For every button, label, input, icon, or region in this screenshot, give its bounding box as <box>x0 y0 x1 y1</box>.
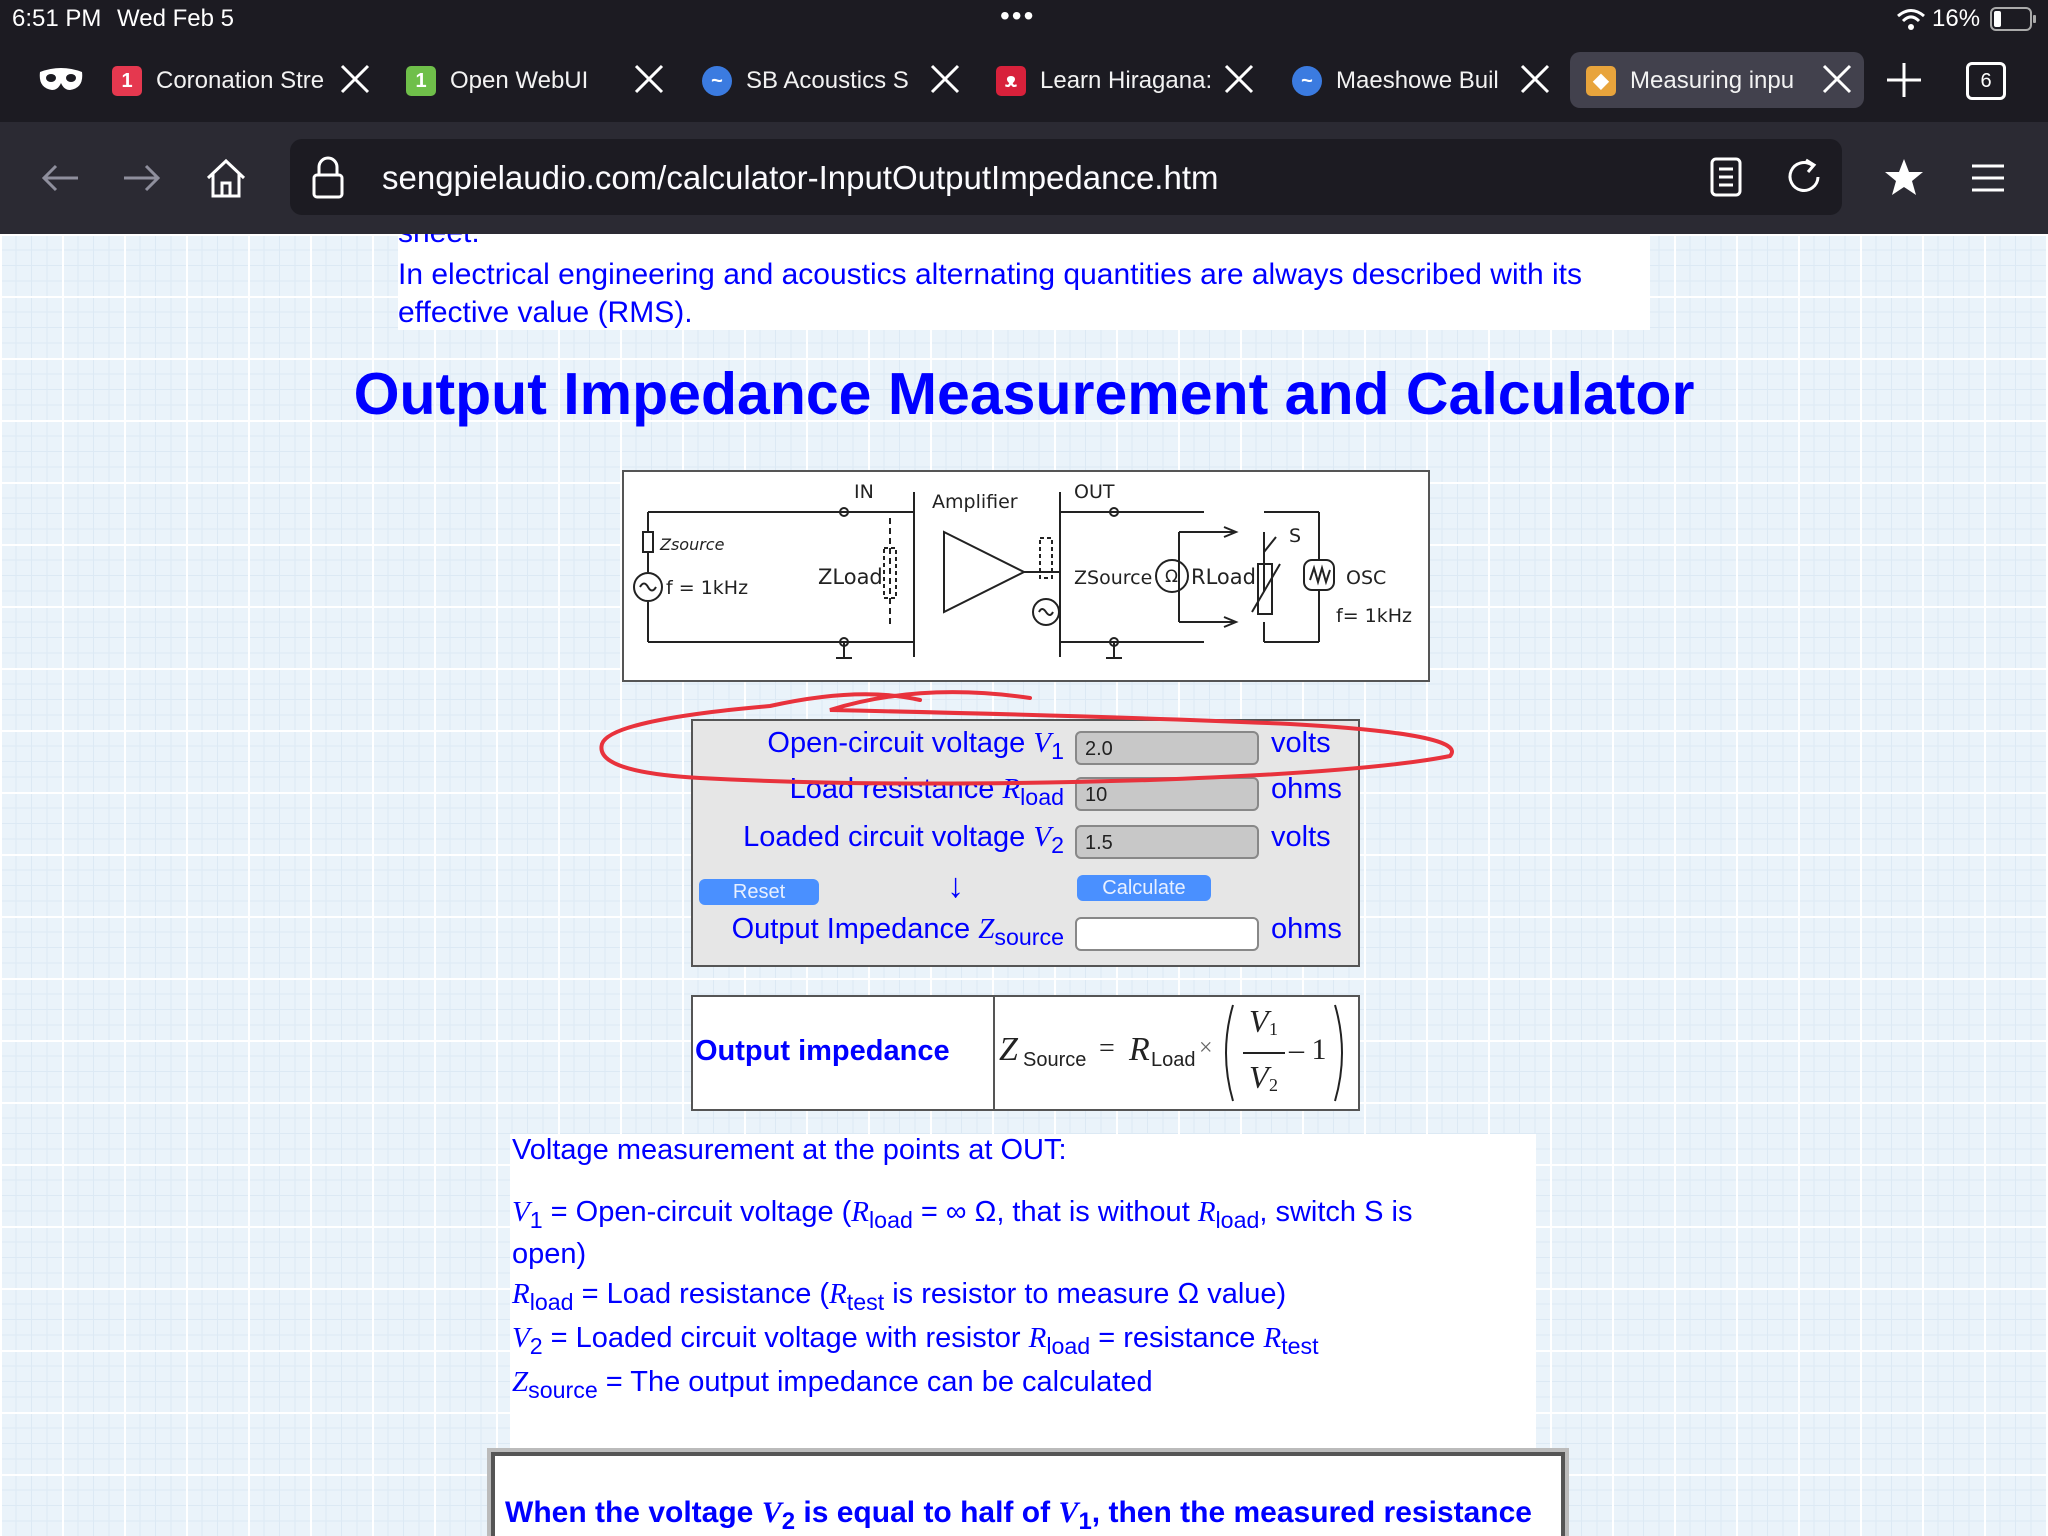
tab-learn-hiragana[interactable]: ᴥ Learn Hiragana: <box>980 52 1266 108</box>
note-text: When the voltage V2 is equal to half of … <box>505 1496 1532 1535</box>
formula-fraction-parentheses <box>1225 1004 1343 1102</box>
forward-arrow-icon[interactable] <box>120 156 164 200</box>
intro-fragment: sheet. <box>398 234 480 250</box>
tab-title: SB Acoustics S <box>746 67 909 94</box>
hiragana-favicon-icon: ᴥ <box>996 66 1026 96</box>
formula-minus-one: – 1 <box>1289 1033 1327 1066</box>
diagram-label-osc: OSC <box>1346 567 1386 589</box>
tab-maeshowe[interactable]: ~ Maeshowe Buil <box>1276 52 1562 108</box>
wifi-icon <box>1897 9 1925 30</box>
status-bar: 6:51 PM Wed Feb 5 ••• 16% <box>0 0 2048 38</box>
circuit-diagram-drawing: IN OUT Amplifier Zsource f = 1kHz ZLoad … <box>633 481 1412 659</box>
menu-hamburger-icon[interactable] <box>1968 160 2008 196</box>
reader-view-icon[interactable] <box>1710 157 1742 197</box>
diagram-label-zsource-left: Zsource <box>659 535 725 554</box>
formula-expression: Z Source = R Load × V 1 V 2 – 1 <box>999 997 1354 1109</box>
close-tab-icon[interactable] <box>1222 62 1256 96</box>
close-tab-icon[interactable] <box>632 62 666 96</box>
tab-open-webui[interactable]: 1 Open WebUI <box>390 52 676 108</box>
private-browsing-mask-icon[interactable] <box>38 66 84 94</box>
tab-title: Coronation Stre <box>156 67 325 94</box>
formula-r-sub: Load <box>1151 1049 1196 1071</box>
tab-title: Open WebUI <box>450 67 589 94</box>
bookmark-star-icon[interactable] <box>1882 156 1926 200</box>
tab-badge: 1 <box>406 66 436 96</box>
formula-v1-sub: 1 <box>1269 1019 1278 1039</box>
description-rload: Rload = Load resistance (Rtest is resist… <box>512 1278 1287 1315</box>
formula-equals: = <box>1099 1033 1115 1064</box>
description-v1-continued: open) <box>512 1238 587 1270</box>
back-arrow-icon[interactable] <box>38 156 82 200</box>
diagram-label-zsource-right: ZSource <box>1074 567 1152 589</box>
tab-count-button[interactable]: 6 <box>1966 62 2006 100</box>
close-tab-icon[interactable] <box>1820 62 1854 96</box>
new-tab-plus-icon[interactable] <box>1884 60 1924 100</box>
diagram-label-rload: RLoad <box>1191 565 1256 589</box>
intro-text-line-2: effective value (RMS). <box>398 296 693 329</box>
circuit-diagram: IN OUT Amplifier Zsource f = 1kHz ZLoad … <box>622 470 1430 682</box>
status-time: 6:51 PM <box>12 5 102 32</box>
output-impedance-unit: ohms <box>1271 913 1342 945</box>
description-title: Voltage measurement at the points at OUT… <box>512 1134 1067 1166</box>
status-date: Wed Feb 5 <box>117 5 234 32</box>
lock-icon[interactable] <box>310 155 346 199</box>
battery-percent: 16% <box>1932 5 1981 32</box>
formula-label: Output impedance <box>695 1035 950 1067</box>
formula-label-cell: Output impedance <box>693 997 995 1109</box>
close-tab-icon[interactable] <box>928 62 962 96</box>
reset-button[interactable]: Reset <box>699 879 819 905</box>
tab-sb-acoustics[interactable]: ~ SB Acoustics S <box>686 52 972 108</box>
formula-z-sub: Source <box>1023 1049 1087 1071</box>
close-tab-icon[interactable] <box>1518 62 1552 96</box>
diagram-label-zload: ZLoad <box>818 565 883 589</box>
note-box: When the voltage V2 is equal to half of … <box>491 1452 1565 1536</box>
address-bar[interactable]: sengpielaudio.com/calculator-InputOutput… <box>290 139 1842 215</box>
calculate-button[interactable]: Calculate <box>1077 875 1211 901</box>
page-title: Output Impedance Measurement and Calcula… <box>353 361 1695 427</box>
formula-r: R <box>1129 1031 1150 1068</box>
output-impedance-formula: Output impedance Z Source = R Load × V 1… <box>691 995 1360 1111</box>
diagram-label-freq-right: f= 1kHz <box>1336 605 1412 627</box>
tab-coronation-street[interactable]: 1 Coronation Stre <box>96 52 382 108</box>
intro-text-line-1: In electrical engineering and acoustics … <box>398 258 1582 291</box>
battery-icon <box>1990 7 2036 31</box>
tab-strip: 1 Coronation Stre 1 Open WebUI ~ SB Acou… <box>0 38 2048 122</box>
diagram-label-switch: S <box>1289 525 1301 547</box>
multitask-dots-icon[interactable]: ••• <box>1000 0 1035 32</box>
tab-title: Measuring inpu <box>1630 67 1795 94</box>
navigation-bar: sengpielaudio.com/calculator-InputOutput… <box>0 122 2048 234</box>
diagram-label-freq-left: f = 1kHz <box>666 577 748 599</box>
formula-z: Z <box>999 1031 1018 1068</box>
formula-v1: V <box>1249 1003 1269 1039</box>
formula-v2: V <box>1249 1059 1269 1095</box>
tab-title: Maeshowe Buil <box>1336 67 1499 94</box>
formula-v2-sub: 2 <box>1269 1075 1278 1095</box>
wave-favicon-icon: ~ <box>702 66 732 96</box>
diagram-label-amplifier: Amplifier <box>932 491 1018 513</box>
close-tab-icon[interactable] <box>338 62 372 96</box>
wave-favicon-icon: ~ <box>1292 66 1322 96</box>
output-impedance-result[interactable] <box>1075 917 1259 951</box>
home-icon[interactable] <box>204 156 248 200</box>
tab-title: Learn Hiragana: <box>1040 67 1213 94</box>
formula-times: × <box>1199 1035 1213 1061</box>
tab-badge: 1 <box>112 66 142 96</box>
diagram-label-out: OUT <box>1074 481 1115 503</box>
v2-input[interactable]: 1.5 <box>1075 825 1259 859</box>
intro-box: sheet. In electrical engineering and aco… <box>398 234 1650 330</box>
down-arrow-icon: ↓ <box>947 867 964 905</box>
reload-icon[interactable] <box>1784 157 1824 197</box>
tab-measuring-input-active[interactable]: ◆ Measuring inpu <box>1570 52 1864 108</box>
url-text[interactable]: sengpielaudio.com/calculator-InputOutput… <box>382 159 1219 197</box>
diagram-ohm-meter-label: Ω <box>1165 567 1178 587</box>
page-content: sheet. In electrical engineering and aco… <box>0 234 2048 1536</box>
description-v2: V2 = Loaded circuit voltage with resisto… <box>512 1322 1319 1359</box>
description-v1: V1 = Open-circuit voltage (Rload = ∞ Ω, … <box>512 1196 1413 1233</box>
description-zsource: Zsource = The output impedance can be ca… <box>512 1366 1153 1403</box>
diagram-label-in: IN <box>854 481 874 503</box>
fish-favicon-icon: ◆ <box>1586 66 1616 96</box>
output-impedance-label: Output Impedance Zsource <box>731 913 1064 950</box>
red-circle-annotation <box>599 690 1454 786</box>
